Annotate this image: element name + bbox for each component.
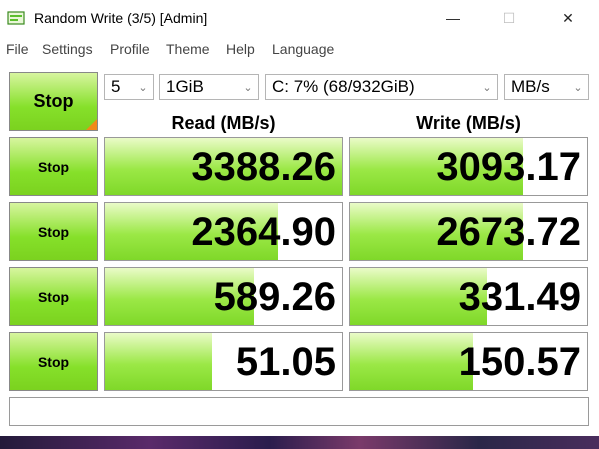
menu-language[interactable]: Language	[272, 41, 334, 57]
read-value-row-2: 2364.90	[191, 210, 336, 254]
maximize-button[interactable]: ☐	[486, 0, 532, 36]
test-size-select[interactable]: 1GiB ⌄	[159, 74, 259, 100]
menu-bar: File Settings Profile Theme Help Languag…	[0, 38, 599, 60]
menu-help[interactable]: Help	[226, 41, 255, 57]
window-title: Random Write (3/5) [Admin]	[34, 10, 208, 26]
write-header: Write (MB/s)	[416, 113, 521, 133]
write-result-row-1: 3093.17	[349, 137, 588, 196]
menu-theme[interactable]: Theme	[166, 41, 210, 57]
title-bar: Random Write (3/5) [Admin] — ☐ ✕	[0, 0, 599, 36]
write-result-row-3: 331.49	[349, 267, 588, 326]
corner-marker-icon	[86, 119, 97, 130]
test-size-value: 1GiB	[166, 77, 204, 96]
read-header: Read (MB/s)	[171, 113, 276, 133]
app-icon	[7, 11, 25, 25]
read-value-row-3: 589.26	[213, 275, 336, 319]
chevron-down-icon: ⌄	[138, 81, 148, 94]
minimize-button[interactable]: —	[430, 0, 476, 36]
status-bar	[9, 397, 589, 426]
chevron-down-icon: ⌄	[482, 81, 492, 94]
write-result-row-4: 150.57	[349, 332, 588, 391]
test-count-select[interactable]: 5 ⌄	[104, 74, 154, 100]
unit-value: MB/s	[511, 77, 550, 96]
chevron-down-icon: ⌄	[573, 81, 583, 94]
close-button[interactable]: ✕	[545, 0, 591, 36]
chevron-down-icon: ⌄	[243, 81, 253, 94]
unit-select[interactable]: MB/s ⌄	[504, 74, 589, 100]
menu-settings[interactable]: Settings	[42, 41, 93, 57]
read-result-row-2: 2364.90	[104, 202, 343, 261]
stop-button-row-3[interactable]: Stop	[9, 267, 98, 326]
read-value-row-1: 3388.26	[191, 145, 336, 189]
desktop-wallpaper	[0, 436, 599, 449]
stop-button-row-1[interactable]: Stop	[9, 137, 98, 196]
read-result-row-3: 589.26	[104, 267, 343, 326]
read-value-row-4: 51.05	[235, 340, 336, 384]
drive-select[interactable]: C: 7% (68/932GiB) ⌄	[265, 74, 498, 100]
stop-button-row-2[interactable]: Stop	[9, 202, 98, 261]
menu-profile[interactable]: Profile	[110, 41, 150, 57]
write-value-row-3: 331.49	[458, 275, 581, 319]
write-bar-row-4	[350, 333, 474, 390]
read-bar-row-4	[105, 333, 212, 390]
write-value-row-2: 2673.72	[436, 210, 581, 254]
stop-button-row-4[interactable]: Stop	[9, 332, 98, 391]
stop-all-label: Stop	[33, 91, 74, 111]
read-result-row-4: 51.05	[104, 332, 343, 391]
write-result-row-2: 2673.72	[349, 202, 588, 261]
stop-all-button[interactable]: Stop	[9, 72, 98, 131]
drive-value: C: 7% (68/932GiB)	[272, 77, 415, 96]
menu-file[interactable]: File	[6, 41, 29, 57]
read-result-row-1: 3388.26	[104, 137, 343, 196]
write-value-row-1: 3093.17	[436, 145, 581, 189]
test-count-value: 5	[111, 77, 121, 96]
write-value-row-4: 150.57	[458, 340, 581, 384]
